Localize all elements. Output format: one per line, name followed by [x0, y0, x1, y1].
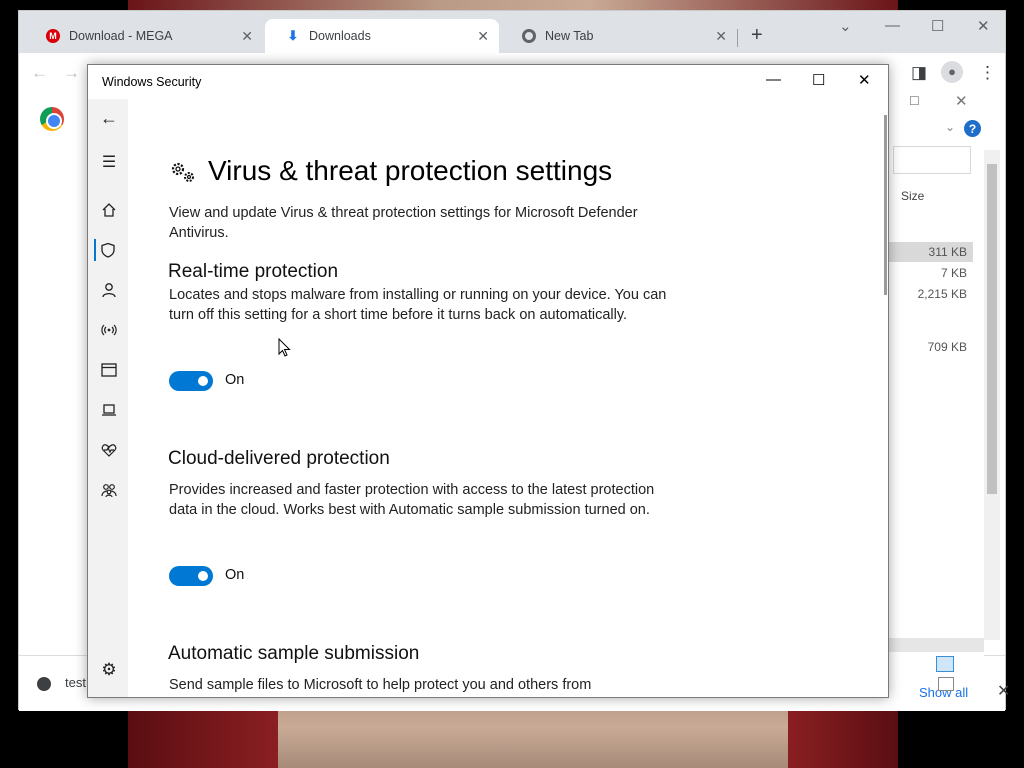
download-item-label: test [65, 675, 86, 690]
help-icon[interactable]: ? [964, 120, 981, 137]
section-title-real-time: Real-time protection [168, 261, 339, 282]
section-description-real-time: Locates and stops malware from installin… [169, 287, 667, 323]
content-scrollbar[interactable] [884, 115, 887, 295]
windows-security-window: Windows Security — ☐ ✕ ← ☰ ⚙ Virus & thr… [87, 64, 889, 698]
maximize-icon[interactable]: ☐ [909, 94, 920, 108]
download-item[interactable]: test [37, 675, 86, 691]
side-panel-icon[interactable]: ◨ [911, 63, 927, 83]
section-description-cloud: Provides increased and faster protection… [169, 482, 655, 518]
network-icon[interactable] [98, 319, 120, 341]
settings-content: Virus & threat protection settings View … [128, 99, 888, 697]
chevron-down-icon[interactable]: ⌄ [945, 120, 955, 134]
section-description-sample-submission: Send sample files to Microsoft to help p… [169, 677, 592, 693]
back-icon[interactable]: ← [31, 63, 48, 83]
page-description: View and update Virus & threat protectio… [169, 205, 638, 241]
account-icon[interactable] [98, 279, 120, 301]
settings-gear-icon[interactable]: ⚙ [98, 659, 120, 681]
menu-icon[interactable]: ⋮ [979, 63, 996, 83]
cloud-protection-toggle[interactable] [169, 566, 213, 586]
table-row[interactable]: 709 KB [889, 337, 973, 357]
mouse-cursor-icon [278, 338, 291, 357]
close-tab-icon[interactable]: ✕ [715, 28, 727, 45]
tab-mega[interactable]: M Download - MEGA ✕ [25, 19, 263, 53]
forward-icon[interactable]: → [63, 63, 80, 83]
tab-label: Download - MEGA [69, 29, 173, 43]
close-tab-icon[interactable]: ✕ [241, 28, 253, 45]
tab-new-tab[interactable]: New Tab ✕ [501, 19, 737, 53]
chrome-logo-icon [40, 107, 64, 131]
shield-icon[interactable] [94, 239, 120, 261]
close-tab-icon[interactable]: ✕ [477, 28, 489, 45]
close-icon[interactable]: ✕ [955, 92, 968, 110]
gears-icon [171, 162, 194, 182]
close-download-bar-icon[interactable]: ✕ [997, 681, 1010, 701]
tab-label: Downloads [309, 29, 371, 43]
device-security-icon[interactable] [98, 399, 120, 421]
shield-icon [37, 676, 51, 691]
new-tab-button[interactable]: + [751, 24, 763, 47]
hamburger-menu-icon[interactable]: ☰ [98, 151, 120, 173]
maximize-icon[interactable]: ☐ [931, 17, 944, 35]
close-icon[interactable]: ✕ [858, 71, 871, 89]
real-time-protection-toggle[interactable] [169, 371, 213, 391]
explorer-horizontal-scrollbar[interactable] [888, 638, 984, 652]
view-toggle-icons[interactable] [936, 656, 976, 691]
table-row[interactable]: 311 KB [889, 242, 973, 262]
explorer-scrollbar[interactable] [984, 150, 1000, 640]
home-icon[interactable] [98, 199, 120, 221]
profile-icon[interactable]: ● [941, 61, 963, 83]
section-title-cloud: Cloud-delivered protection [168, 448, 390, 469]
mega-icon: M [45, 28, 61, 44]
toggle-label: On [225, 372, 245, 388]
download-icon: ⬇ [287, 28, 299, 43]
tab-strip: M Download - MEGA ✕ ⬇ Downloads ✕ New Ta… [19, 11, 1005, 53]
maximize-icon[interactable]: ☐ [812, 71, 825, 89]
window-title: Windows Security [102, 75, 202, 89]
navigation-sidebar: ← ☰ ⚙ [88, 99, 128, 697]
device-health-icon[interactable] [98, 439, 120, 461]
tab-downloads[interactable]: ⬇ Downloads ✕ [265, 19, 499, 53]
family-options-icon[interactable] [98, 479, 120, 501]
tab-search-icon[interactable]: ⌄ [839, 17, 852, 35]
close-window-icon[interactable]: ✕ [977, 17, 990, 35]
toggle-label: On [225, 567, 245, 583]
tab-separator [737, 29, 738, 47]
search-input[interactable] [893, 146, 971, 174]
table-row[interactable]: 2,215 KB [889, 284, 973, 304]
minimize-icon[interactable]: — [766, 71, 781, 88]
tab-label: New Tab [545, 29, 594, 43]
table-row[interactable]: 7 KB [889, 263, 973, 283]
page-title: Virus & threat protection settings [208, 155, 613, 186]
file-explorer-panel: ☐ ✕ ⌄ ? Size 311 KB 7 KB 2,215 KB 709 KB [888, 86, 984, 656]
section-title-sample-submission: Automatic sample submission [168, 643, 420, 664]
back-icon[interactable]: ← [98, 107, 120, 129]
size-column-header[interactable]: Size [901, 189, 924, 203]
app-browser-control-icon[interactable] [98, 359, 120, 381]
chrome-icon [521, 28, 537, 44]
minimize-icon[interactable]: — [885, 17, 900, 34]
